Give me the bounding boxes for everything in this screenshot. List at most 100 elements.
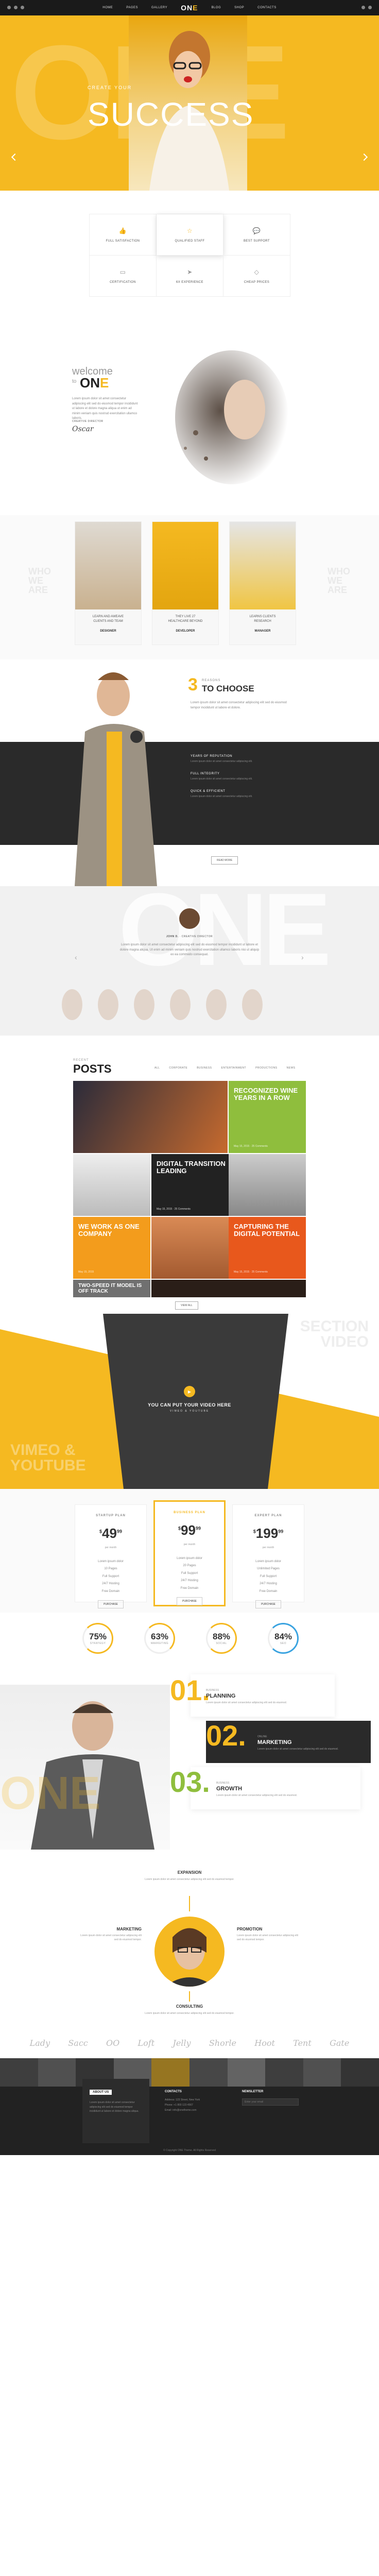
welcome-text: Lorem ipsum dolor sit amet consectetur a…: [72, 397, 138, 420]
reason-item: FULL INTEGRITY Lorem ipsum dolor sit amet…: [191, 772, 253, 781]
posts-section: RECENT POSTS ALL CORPORATE BUSINESS ENTERTA…: [0, 1036, 379, 1314]
welcome-sign-label: CREATIVE DIRECTOR: [72, 420, 104, 423]
nav-item-shop[interactable]: SHOP: [234, 6, 244, 9]
site-logo[interactable]: ONE: [181, 4, 198, 12]
filter-productions[interactable]: PRODUCTIONS: [255, 1066, 277, 1070]
pricing-card-business: BUSINESS PLAN $9999 per month Lorem ipsu…: [153, 1500, 226, 1606]
view-all-button[interactable]: VIEW ALL: [175, 1301, 198, 1310]
team-card-role: DESIGNER: [100, 630, 116, 633]
filter-entertainment[interactable]: ENTERTAINMENT: [221, 1066, 247, 1070]
feature-full-satisfaction: 👍 FULL SATISFACTION: [90, 214, 157, 256]
team-side-right: WHO WE ARE: [328, 566, 350, 595]
post-tile[interactable]: [151, 1280, 306, 1297]
posts-kicker: RECENT: [73, 1059, 89, 1062]
welcome-section: welcome to ONE Lorem ipsum dolor sit ame…: [0, 319, 379, 515]
post-tile[interactable]: WE WORK AS ONE COMPANY May 15, 2015: [73, 1217, 150, 1279]
testimonial-section: ONE JOHN D. · CREATIVE DIRECTOR Lorem ip…: [0, 886, 379, 1036]
team-card-text: LEARNS CLIENTS RESEARCH: [249, 615, 276, 623]
team-card[interactable]: THEY LIVE 27 HEALTHCARE BEYOND DEVELOPER: [152, 521, 219, 645]
client-logo: Tent: [293, 2038, 312, 2048]
filter-all[interactable]: ALL: [154, 1066, 160, 1070]
read-more-button[interactable]: READ MORE: [211, 856, 238, 865]
thumb-up-icon: 👍: [118, 227, 127, 234]
service-bottom-title: CONSULTING: [176, 2004, 203, 2009]
post-tile[interactable]: [151, 1217, 229, 1279]
service-left: MARKETING Lorem ipsum dolor sit amet cons…: [80, 1927, 142, 1941]
post-tile[interactable]: TWO-SPEED IT MODEL IS OFF TRACK: [73, 1280, 150, 1297]
clients-section: Lady Sacc OO Loft Jelly Shorle Hoot Tent…: [0, 2027, 379, 2058]
team-section: WHO WE ARE WHO WE ARE LEARN AND AWEAVE C…: [0, 515, 379, 659]
hero-section: HOME PAGES GALLERY ONE BLOG SHOP CONTACT…: [0, 0, 379, 191]
facebook-icon[interactable]: [7, 6, 11, 9]
reasons-kicker: REASONS: [202, 679, 221, 682]
next-arrow-icon[interactable]: [360, 153, 368, 161]
purchase-button[interactable]: PURCHASE: [98, 1600, 124, 1608]
team-side-left: WHO WE ARE: [28, 566, 51, 595]
prev-arrow-icon[interactable]: ‹: [75, 953, 77, 961]
purchase-button[interactable]: PURCHASE: [177, 1597, 202, 1605]
search-icon[interactable]: [361, 6, 365, 9]
feature-certification: ▭ CERTIFICATION: [90, 256, 157, 297]
step-title: PLANNING: [206, 1693, 236, 1699]
nav-item-blog[interactable]: BLOG: [211, 6, 221, 9]
features-grid: 👍 FULL SATISFACTION ☆ QUALIFIED STAFF 💬 BES…: [89, 214, 290, 297]
paper-plane-icon: ➤: [187, 268, 193, 276]
play-icon[interactable]: ▶: [184, 1386, 195, 1397]
nav-item-home[interactable]: HOME: [102, 6, 113, 9]
certificate-icon: ▭: [119, 268, 126, 276]
client-logo: Jelly: [173, 2038, 191, 2048]
step-text: Lorem ipsum dolor sit amet consectetur a…: [257, 1748, 339, 1751]
cart-icon[interactable]: [368, 6, 372, 9]
price-value: $4999: [99, 1526, 122, 1541]
filter-business[interactable]: BUSINESS: [197, 1066, 212, 1070]
footer-about: ABOUT US Lorem ipsum dolor sit amet cons…: [82, 2079, 149, 2143]
post-tile[interactable]: [73, 1081, 228, 1153]
team-photo: [230, 522, 296, 609]
post-tile[interactable]: RECOGNIZED WINE YEARS IN A ROW May 15, 20…: [229, 1081, 306, 1153]
google-plus-icon[interactable]: [21, 6, 24, 9]
video-bg-text-right: SECTION VIDEO: [300, 1318, 369, 1350]
testimonial-quote: Lorem ipsum dolor sit amet consectetur a…: [119, 943, 260, 957]
nav-item-pages[interactable]: PAGES: [126, 6, 138, 9]
filter-news[interactable]: NEWS: [287, 1066, 296, 1070]
post-tile[interactable]: CAPTURING THE DIGITAL POTENTIAL May 15, 2…: [229, 1217, 306, 1279]
client-logo: Hoot: [254, 2038, 275, 2048]
filter-corporate[interactable]: CORPORATE: [169, 1066, 187, 1070]
nav-tools: [361, 6, 372, 9]
team-photo: [152, 522, 218, 609]
step-label: ONLINE: [257, 1735, 267, 1738]
reason-item: QUICK & EFFICIENT Lorem ipsum dolor sit a…: [191, 790, 253, 798]
testimonial-author: JOHN D. · CREATIVE DIRECTOR: [166, 935, 213, 938]
post-tile[interactable]: [73, 1154, 150, 1216]
reason-item: YEARS OF REPUTATION Lorem ipsum dolor sit…: [191, 755, 253, 763]
reasons-title: TO CHOOSE: [202, 684, 254, 693]
client-logo: Sacc: [68, 2038, 88, 2048]
price-value: $9999: [178, 1522, 201, 1538]
nav-item-contacts[interactable]: CONTACTS: [257, 6, 277, 9]
purchase-button[interactable]: PURCHASE: [255, 1600, 281, 1608]
social-icons: [7, 6, 24, 9]
price-value: $19999: [253, 1526, 284, 1541]
counter-marketing: 63% MARKETING: [144, 1623, 175, 1654]
client-logo: Lady: [29, 2038, 50, 2048]
nav-item-gallery[interactable]: GALLERY: [151, 6, 167, 9]
steps-section: ONE 01. BUSINESS PLANNING Lorem ipsum do…: [0, 1664, 379, 1860]
footer-newsletter: NEWSLETTER: [242, 2090, 304, 2106]
next-arrow-icon[interactable]: ›: [301, 953, 304, 961]
client-logo: OO: [106, 2038, 120, 2048]
team-card[interactable]: LEARNS CLIENTS RESEARCH MANAGER: [229, 521, 296, 645]
reasons-man-image: [64, 659, 173, 886]
footer-photo-strip: [0, 2058, 379, 2087]
footer-section: ABOUT US Lorem ipsum dolor sit amet cons…: [0, 2058, 379, 2155]
team-card[interactable]: LEARN AND AWEAVE CLIENTS AND TEAM DESIGN…: [75, 521, 142, 645]
counter-seo: 84% SEO: [268, 1623, 299, 1654]
copyright-text: © Copyright ONE Theme. All Rights Reserv…: [163, 2149, 216, 2152]
step-title: MARKETING: [257, 1739, 292, 1745]
newsletter-email-input[interactable]: [242, 2098, 299, 2106]
twitter-icon[interactable]: [14, 6, 18, 9]
post-tile[interactable]: DIGITAL TRANSITION LEADING May 15, 2015 ·…: [151, 1154, 229, 1216]
feature-experience: ➤ 6X EXPERIENCE: [157, 256, 223, 297]
step-label: BUSINESS: [206, 1689, 219, 1692]
feature-cheap-prices: ◇ CHEAP PRICES: [223, 256, 290, 297]
post-tile[interactable]: [229, 1154, 306, 1216]
